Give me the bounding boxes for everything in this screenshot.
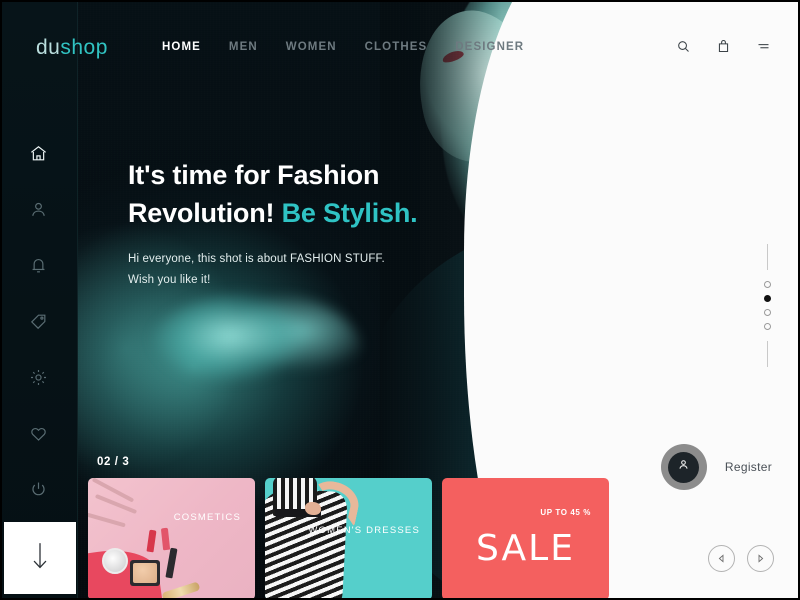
hero-copy: It's time for Fashion Revolution! Be Sty… bbox=[128, 156, 418, 291]
search-icon[interactable] bbox=[674, 37, 692, 55]
sidebar-item-notifications[interactable] bbox=[26, 252, 52, 278]
bell-icon bbox=[29, 256, 48, 275]
card-womens-dresses[interactable]: WOMEN'S DRESSES bbox=[265, 478, 432, 600]
home-icon bbox=[29, 144, 48, 163]
hero-subtext-line-2: Wish you like it! bbox=[128, 274, 211, 286]
sidebar-item-wishlist[interactable] bbox=[26, 420, 52, 446]
slider-dot-1[interactable] bbox=[764, 281, 771, 288]
cosmetics-compact bbox=[102, 548, 128, 574]
sidebar-item-settings[interactable] bbox=[26, 364, 52, 390]
register-label: Register bbox=[724, 460, 772, 474]
sidebar-item-logout[interactable] bbox=[26, 476, 52, 502]
smoke-effect bbox=[148, 292, 363, 402]
slider-tick-top bbox=[767, 244, 768, 270]
slider-dot-3[interactable] bbox=[764, 309, 771, 316]
hero-headline-line-1: It's time for Fashion bbox=[128, 156, 417, 194]
register-button[interactable]: Register bbox=[660, 444, 772, 490]
slider-dots bbox=[764, 240, 771, 371]
user-icon bbox=[677, 458, 690, 476]
nav-item-home[interactable]: HOME bbox=[162, 41, 201, 53]
hero-subtext: Hi everyone, this shot is about FASHION … bbox=[128, 249, 417, 291]
shopping-bag-icon[interactable] bbox=[714, 37, 732, 55]
scroll-down-button[interactable] bbox=[4, 522, 76, 594]
headline-part-a: It's time for bbox=[128, 160, 278, 190]
slider-dot-2[interactable] bbox=[764, 295, 771, 302]
main-nav: HOME MEN WOMEN CLOTHES DESIGNER bbox=[162, 41, 524, 53]
top-icon-group bbox=[674, 37, 772, 55]
slide-counter: 02 / 3 bbox=[97, 456, 130, 468]
brand-logo[interactable]: dushop bbox=[36, 36, 108, 60]
nav-item-clothes[interactable]: CLOTHES bbox=[365, 41, 428, 53]
arrow-down-icon bbox=[29, 541, 51, 576]
sale-eyebrow: UP TO 45 % bbox=[540, 508, 591, 517]
sidebar-item-offers[interactable] bbox=[26, 308, 52, 334]
slider-arrow-group bbox=[708, 545, 774, 572]
hero-headline-line-2: Revolution! Be Stylish. bbox=[128, 194, 418, 232]
card-label-dresses: WOMEN'S DRESSES bbox=[308, 525, 420, 536]
slider-dot-4[interactable] bbox=[764, 323, 771, 330]
chevron-right-icon bbox=[756, 550, 765, 568]
card-cosmetics[interactable]: COSMETICS bbox=[88, 478, 255, 600]
dress-hand bbox=[305, 502, 321, 515]
hero-subtext-line-1: Hi everyone, this shot is about FASHION … bbox=[128, 253, 385, 265]
headline-part-c: Revolution! bbox=[128, 198, 282, 228]
app-root: dushop HOME MEN WOMEN CLOTHES DESIGNER I… bbox=[0, 0, 800, 600]
nav-item-designer[interactable]: DESIGNER bbox=[455, 41, 524, 53]
avatar bbox=[660, 444, 707, 490]
sidebar-item-home[interactable] bbox=[26, 140, 52, 166]
left-sidebar bbox=[0, 0, 78, 600]
card-label-cosmetics: COSMETICS bbox=[173, 512, 241, 523]
category-card-list: COSMETICS WOMEN'S DRESSES UP TO 45 % SAL… bbox=[88, 478, 609, 600]
top-navigation-bar: dushop HOME MEN WOMEN CLOTHES DESIGNER bbox=[0, 0, 800, 90]
logo-text-accent: shop bbox=[60, 36, 108, 59]
sale-headline: SALE bbox=[476, 528, 575, 569]
slider-tick-bottom bbox=[767, 341, 768, 367]
nav-item-women[interactable]: WOMEN bbox=[286, 41, 337, 53]
cosmetics-gold-item bbox=[161, 581, 201, 600]
gear-icon bbox=[29, 368, 48, 387]
sidebar-item-profile[interactable] bbox=[26, 196, 52, 222]
heart-icon bbox=[29, 424, 48, 443]
user-icon bbox=[29, 200, 48, 219]
power-icon bbox=[29, 480, 48, 499]
headline-accent: Be Stylish. bbox=[281, 198, 418, 228]
card-sale[interactable]: UP TO 45 % SALE bbox=[442, 478, 609, 600]
prev-slide-button[interactable] bbox=[708, 545, 735, 572]
tag-icon bbox=[29, 312, 48, 331]
hamburger-menu-icon[interactable] bbox=[754, 37, 772, 55]
headline-part-b: Fashion bbox=[277, 160, 380, 190]
next-slide-button[interactable] bbox=[747, 545, 774, 572]
cosmetics-powder bbox=[130, 560, 160, 586]
chevron-left-icon bbox=[717, 550, 726, 568]
nav-item-men[interactable]: MEN bbox=[229, 41, 258, 53]
logo-text-primary: du bbox=[36, 36, 61, 59]
